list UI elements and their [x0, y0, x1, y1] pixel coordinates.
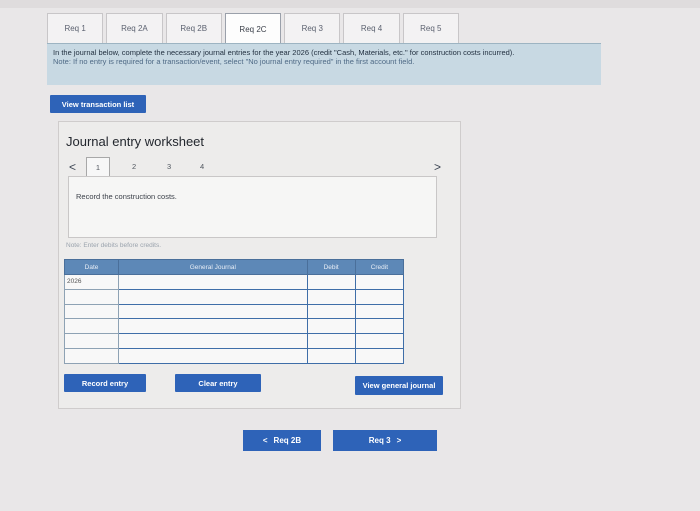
tab-req-4[interactable]: Req 4: [343, 13, 400, 43]
record-entry-button[interactable]: Record entry: [64, 374, 146, 392]
chevron-left-icon: <: [262, 436, 268, 445]
prev-req-button[interactable]: < Req 2B: [243, 430, 321, 451]
col-debit: Debit: [306, 259, 356, 275]
credit-field[interactable]: [354, 318, 405, 335]
worksheet-page-3[interactable]: 3: [167, 162, 171, 171]
view-transaction-list-button[interactable]: View transaction list: [50, 95, 146, 113]
credit-field[interactable]: [354, 288, 405, 305]
table-row: [63, 333, 405, 350]
col-date: Date: [63, 259, 120, 275]
tab-req-5[interactable]: Req 5: [402, 13, 459, 43]
worksheet-title: Journal entry worksheet: [66, 134, 205, 149]
tab-req-2a[interactable]: Req 2A: [106, 13, 163, 43]
journal-entry-worksheet: Journal entry worksheet < 1 2 3 4 > Reco…: [58, 121, 461, 409]
debit-field[interactable]: [306, 318, 356, 335]
table-row: [63, 348, 405, 364]
instructions-text: In the journal below, complete the neces…: [53, 48, 515, 57]
worksheet-instruction: Record the construction costs.: [76, 192, 177, 201]
account-field[interactable]: [118, 318, 308, 335]
journal-table: Date General Journal Debit Credit 2026: [63, 259, 405, 364]
debit-field[interactable]: [306, 274, 356, 290]
chevron-right-icon[interactable]: >: [434, 160, 441, 174]
date-cell[interactable]: [63, 348, 120, 364]
prev-req-label: Req 2B: [273, 436, 302, 445]
account-field[interactable]: [118, 288, 308, 305]
col-credit: Credit: [354, 259, 405, 275]
chevron-left-icon[interactable]: <: [69, 160, 76, 174]
date-cell[interactable]: [63, 333, 120, 350]
worksheet-instruction-box: Record the construction costs.: [68, 176, 437, 238]
requirement-tabs: Req 1 Req 2A Req 2B Req 2C Req 3 Req 4 R…: [47, 13, 462, 45]
worksheet-page-1[interactable]: 1: [86, 157, 110, 177]
next-req-button[interactable]: Req 3 >: [333, 430, 437, 451]
account-field[interactable]: [118, 303, 308, 320]
view-general-journal-button[interactable]: View general journal: [355, 376, 443, 395]
worksheet-page-2[interactable]: 2: [132, 162, 136, 171]
date-cell[interactable]: [63, 288, 120, 305]
tab-req-1[interactable]: Req 1: [47, 13, 104, 43]
tab-req-3[interactable]: Req 3: [284, 13, 341, 43]
debit-field[interactable]: [306, 348, 356, 364]
tab-req-2c[interactable]: Req 2C: [224, 13, 282, 45]
credit-field[interactable]: [354, 333, 405, 350]
top-band: [0, 0, 700, 8]
instructions-note: Note: If no entry is required for a tran…: [53, 57, 415, 66]
table-row: [63, 288, 405, 305]
debit-field[interactable]: [306, 288, 356, 305]
debits-note: Note: Enter debits before credits.: [66, 242, 162, 249]
next-req-label: Req 3: [368, 436, 391, 445]
credit-field[interactable]: [354, 274, 405, 290]
account-field[interactable]: [118, 333, 308, 350]
table-row: 2026: [63, 274, 405, 290]
chevron-right-icon: >: [396, 436, 402, 445]
table-row: [63, 318, 405, 335]
debit-field[interactable]: [306, 303, 356, 320]
tab-req-2b[interactable]: Req 2B: [165, 13, 222, 43]
table-row: [63, 303, 405, 320]
col-general-journal: General Journal: [118, 259, 308, 275]
credit-field[interactable]: [354, 348, 405, 364]
instructions-box: In the journal below, complete the neces…: [47, 43, 601, 85]
account-field[interactable]: [118, 274, 308, 290]
account-field[interactable]: [118, 348, 308, 364]
worksheet-page-4[interactable]: 4: [200, 162, 204, 171]
date-cell[interactable]: [63, 303, 120, 320]
clear-entry-button[interactable]: Clear entry: [175, 374, 261, 392]
credit-field[interactable]: [354, 303, 405, 320]
date-cell[interactable]: [63, 318, 120, 335]
debit-field[interactable]: [306, 333, 356, 350]
date-cell[interactable]: 2026: [63, 274, 120, 290]
